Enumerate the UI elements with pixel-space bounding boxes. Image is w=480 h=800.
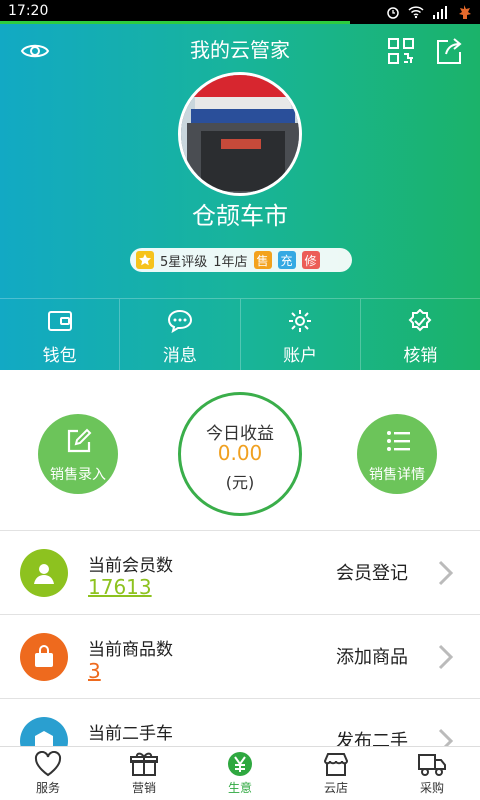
tag-sell: 售 bbox=[253, 251, 272, 269]
tag-charge: 充 bbox=[277, 251, 296, 269]
message-icon bbox=[167, 309, 192, 333]
rating-years-text: 1年店 bbox=[213, 254, 248, 270]
nav-service[interactable]: 服务 bbox=[0, 747, 96, 800]
quick-actions: 钱包 消息 账户 核销 bbox=[0, 298, 480, 370]
signal-icon bbox=[433, 6, 447, 19]
member-register-action[interactable]: 会员登记 bbox=[336, 559, 408, 585]
quick-wallet[interactable]: 钱包 bbox=[0, 299, 121, 370]
leaf-icon bbox=[459, 5, 471, 19]
nav-marketing-label: 营销 bbox=[131, 781, 156, 795]
income-unit: (元) bbox=[225, 473, 255, 492]
storefront-image bbox=[181, 75, 299, 193]
quick-message-label: 消息 bbox=[162, 346, 197, 366]
person-icon bbox=[34, 564, 54, 584]
heart-icon bbox=[34, 751, 62, 777]
star-icon bbox=[136, 251, 154, 269]
used-cars-label: 当前二手车 bbox=[88, 724, 173, 744]
rating-stars-text: 5星评级 bbox=[160, 254, 208, 270]
store-name: 仓颉车市 bbox=[192, 202, 288, 230]
nav-purchase-label: 采购 bbox=[419, 781, 444, 795]
rating-pill: 5星评级 1年店 售 充 修 bbox=[130, 248, 352, 272]
verify-icon bbox=[408, 309, 432, 332]
income-amount: 0.00 bbox=[217, 441, 263, 465]
members-row[interactable]: 当前会员数 17613 会员登记 bbox=[0, 530, 480, 614]
nav-service-label: 服务 bbox=[35, 781, 60, 795]
chevron-right-icon bbox=[438, 644, 454, 670]
sales-entry-label: 销售录入 bbox=[50, 467, 106, 483]
qrcode-icon[interactable] bbox=[386, 36, 416, 66]
gear-icon bbox=[289, 310, 312, 332]
nav-marketing[interactable]: 营销 bbox=[96, 747, 192, 800]
header: 我的云管家 仓颉车市 5星评级 1年店 售 充 修 钱包 消息 账户 核销 bbox=[0, 24, 480, 370]
status-icons bbox=[386, 4, 472, 20]
members-count[interactable]: 17613 bbox=[88, 575, 152, 599]
nav-cloud-store[interactable]: 云店 bbox=[288, 747, 384, 800]
edit-icon bbox=[67, 428, 92, 453]
sales-detail-label: 销售详情 bbox=[369, 467, 425, 483]
quick-verify-label: 核销 bbox=[403, 346, 438, 366]
tag-repair: 修 bbox=[301, 251, 320, 269]
today-income-circle: 今日收益 0.00 (元) bbox=[178, 392, 302, 516]
share-icon[interactable] bbox=[434, 36, 464, 66]
chevron-right-icon bbox=[438, 560, 454, 586]
nav-purchase[interactable]: 采购 bbox=[384, 747, 480, 800]
quick-verify[interactable]: 核销 bbox=[361, 299, 480, 370]
member-badge bbox=[20, 549, 68, 597]
products-row[interactable]: 当前商品数 3 添加商品 bbox=[0, 614, 480, 698]
list-icon bbox=[387, 431, 410, 451]
members-label: 当前会员数 bbox=[88, 556, 173, 576]
quick-message[interactable]: 消息 bbox=[120, 299, 241, 370]
store-avatar[interactable] bbox=[178, 72, 302, 196]
products-label: 当前商品数 bbox=[88, 640, 173, 660]
alarm-icon bbox=[387, 7, 399, 19]
sales-detail-button[interactable]: 销售详情 bbox=[357, 414, 437, 494]
nav-business[interactable]: 生意 bbox=[192, 747, 288, 800]
gift-icon bbox=[130, 752, 158, 776]
status-time: 17:20 bbox=[8, 3, 49, 19]
income-section: 销售录入 今日收益 0.00 (元) 销售详情 bbox=[0, 370, 480, 530]
nav-cloud-store-label: 云店 bbox=[323, 781, 348, 795]
yen-icon bbox=[228, 752, 252, 776]
quick-account[interactable]: 账户 bbox=[241, 299, 361, 370]
add-product-action[interactable]: 添加商品 bbox=[336, 643, 408, 669]
products-count[interactable]: 3 bbox=[88, 659, 101, 683]
nav-business-label: 生意 bbox=[227, 781, 252, 795]
wallet-icon bbox=[47, 311, 72, 331]
truck-icon bbox=[418, 754, 446, 776]
wifi-icon bbox=[408, 6, 424, 19]
quick-account-label: 账户 bbox=[283, 346, 318, 366]
product-badge bbox=[20, 633, 68, 681]
quick-wallet-label: 钱包 bbox=[42, 346, 77, 366]
bottom-nav: 服务 营销 生意 云店 采购 bbox=[0, 746, 480, 800]
bag-icon bbox=[35, 645, 53, 667]
status-bar: 17:20 bbox=[0, 0, 480, 24]
store-icon bbox=[323, 753, 349, 776]
sales-entry-button[interactable]: 销售录入 bbox=[38, 414, 118, 494]
